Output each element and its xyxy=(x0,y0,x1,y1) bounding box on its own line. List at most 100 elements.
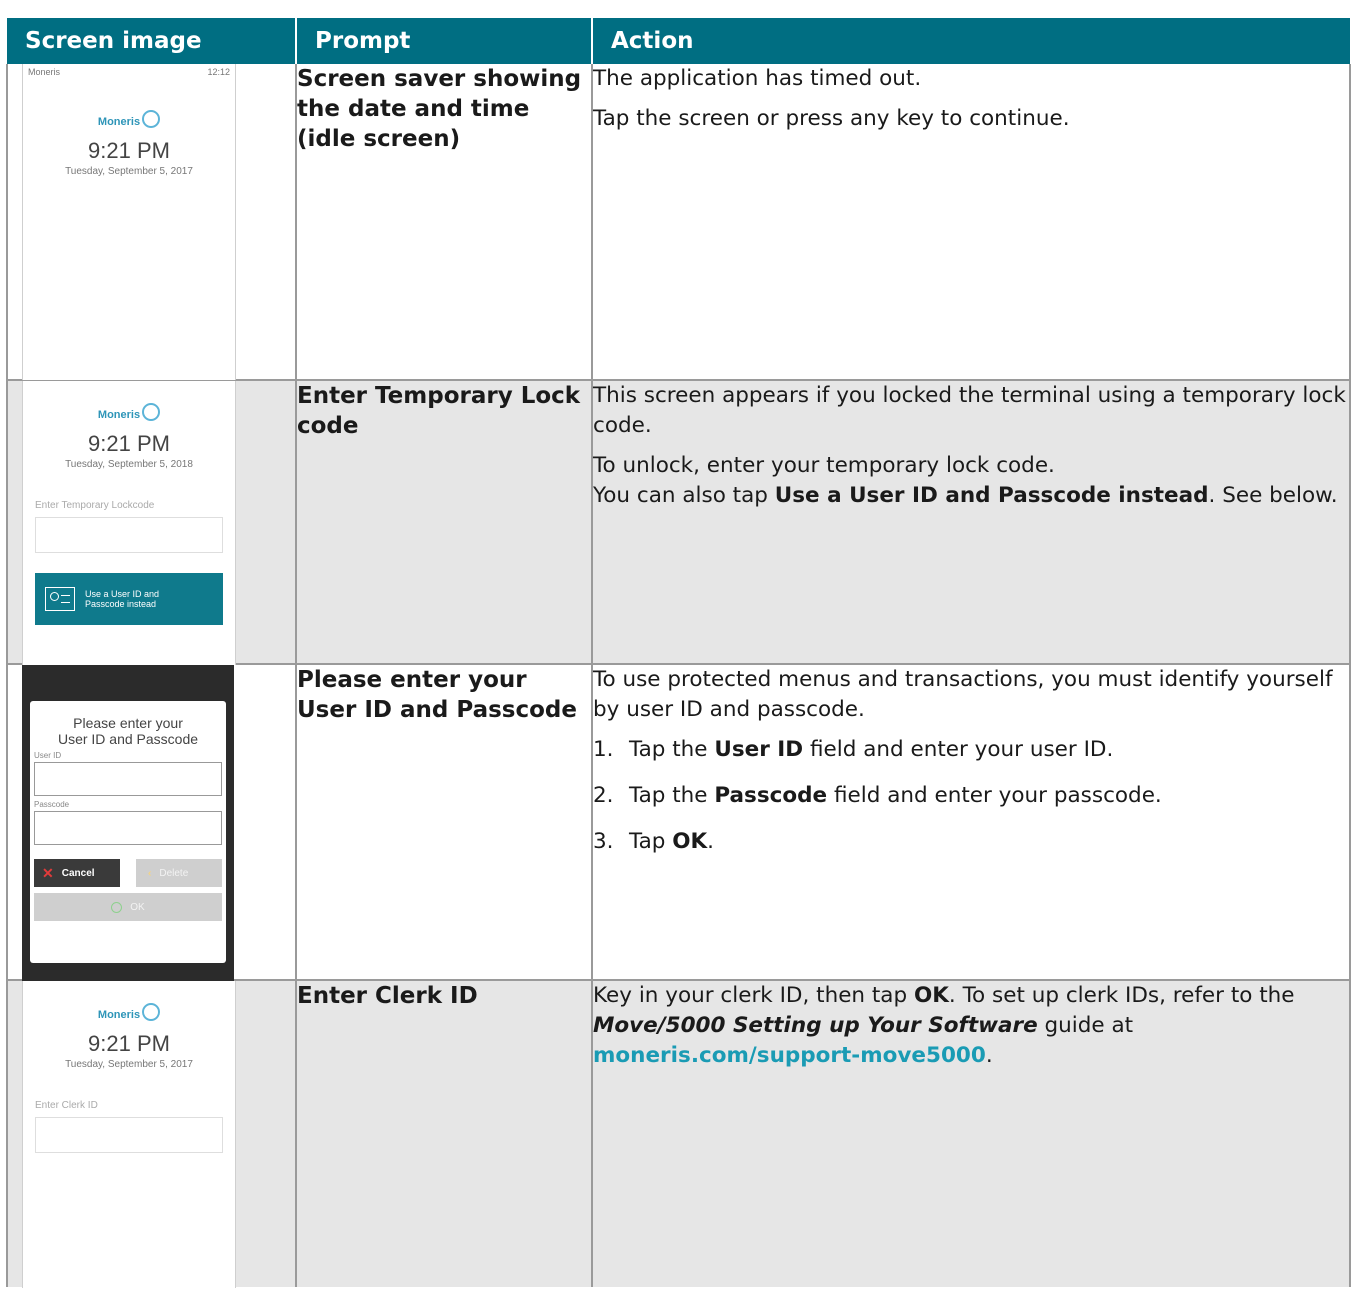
bold-run: Use a User ID and Passcode instead xyxy=(774,483,1209,508)
idle-screen-image: Moneris 12:12 Moneris 9:21 PM Tuesday, S… xyxy=(22,64,236,380)
table-header-row: Screen image Prompt Action xyxy=(7,18,1350,64)
action-text: Key in your clerk ID, then tap OK. To se… xyxy=(593,981,1349,1071)
action-text: You can also tap Use a User ID and Passc… xyxy=(593,481,1349,511)
step-number: 3. xyxy=(593,829,614,854)
text-run: field and enter your passcode. xyxy=(827,783,1162,808)
circle-icon xyxy=(111,901,123,913)
text-run: You can also tap xyxy=(593,483,775,508)
header-action: Action xyxy=(592,18,1350,64)
screen-date: Tuesday, September 5, 2018 xyxy=(65,459,193,470)
screen-image-cell: Moneris 9:21 PM Tuesday, September 5, 20… xyxy=(6,980,297,1288)
text-run: field and enter your user ID. xyxy=(803,737,1114,762)
close-icon: ✕ xyxy=(42,864,54,881)
header-screen-image: Screen image xyxy=(7,18,297,64)
status-clock: 12:12 xyxy=(207,67,230,77)
lockcode-field-label: Enter Temporary Lockcode xyxy=(35,500,155,511)
bold-run: OK xyxy=(913,983,949,1008)
logo-text: Moneris xyxy=(97,409,141,421)
button-line: Passcode instead xyxy=(85,599,157,609)
clerk-id-field xyxy=(35,1117,223,1153)
table-row: Moneris 9:21 PM Tuesday, September 5, 20… xyxy=(6,380,1351,665)
text-run: Tap the xyxy=(629,783,715,808)
step-text: Tap OK. xyxy=(629,827,714,857)
table-row: Moneris 9:21 PM Tuesday, September 5, 20… xyxy=(6,980,1351,1288)
logo-text: Moneris xyxy=(97,116,141,128)
screen-date: Tuesday, September 5, 2017 xyxy=(65,166,193,177)
bold-run: User ID xyxy=(714,737,804,762)
temp-lock-screen-image: Moneris 9:21 PM Tuesday, September 5, 20… xyxy=(22,381,236,665)
screen-time: 9:21 PM xyxy=(88,1031,170,1056)
action-cell: Key in your clerk ID, then tap OK. To se… xyxy=(592,980,1351,1287)
clerk-id-field-label: Enter Clerk ID xyxy=(35,1100,98,1111)
lockcode-field xyxy=(35,517,223,553)
delete-label: Delete xyxy=(159,867,189,879)
moneris-logo: Moneris xyxy=(23,110,235,128)
step-number: 2. xyxy=(593,783,614,808)
action-text: To unlock, enter your temporary lock cod… xyxy=(593,453,1055,478)
guide-title: Move/5000 Setting up Your Software xyxy=(593,1013,1038,1038)
id-card-icon xyxy=(45,587,75,611)
logo-text: Moneris xyxy=(97,1009,141,1021)
text-run: . See below. xyxy=(1208,483,1338,508)
list-item: 3. Tap OK. xyxy=(593,827,1349,857)
use-user-id-button: Use a User ID and Passcode instead xyxy=(35,573,223,625)
prompt-cell: Please enter your User ID and Passcode xyxy=(296,664,593,981)
screen-time: 9:21 PM xyxy=(88,431,170,456)
action-cell: The application has timed out. Tap the s… xyxy=(592,64,1351,381)
text-run: guide at xyxy=(1037,1013,1134,1038)
action-cell: This screen appears if you locked the te… xyxy=(592,380,1351,665)
action-text: To use protected menus and transactions,… xyxy=(593,667,1333,722)
login-screen-image: Please enter your User ID and Passcode Us… xyxy=(22,665,234,981)
text-run: Tap the xyxy=(629,737,715,762)
text-run: Tap xyxy=(629,829,673,854)
action-text: Tap the screen or press any key to conti… xyxy=(593,106,1070,131)
screen-image-cell: Please enter your User ID and Passcode Us… xyxy=(6,664,297,981)
moneris-logo: Moneris xyxy=(23,403,235,421)
prompt-cell: Enter Clerk ID xyxy=(296,980,593,1287)
prompt-cell: Screen saver showing the date and time (… xyxy=(296,64,593,381)
user-id-field xyxy=(34,762,222,796)
title-line: Please enter your xyxy=(73,715,183,731)
dialog-title: Please enter your User ID and Passcode xyxy=(30,715,226,747)
action-text: The application has timed out. xyxy=(593,66,922,91)
screen-image-cell: Moneris 12:12 Moneris 9:21 PM Tuesday, S… xyxy=(6,64,297,381)
bold-run: Passcode xyxy=(714,783,828,808)
screen-image-cell: Moneris 9:21 PM Tuesday, September 5, 20… xyxy=(6,380,297,665)
ok-button: OK xyxy=(34,893,222,921)
action-text: This screen appears if you locked the te… xyxy=(593,383,1346,438)
prompt-cell: Enter Temporary Lock code xyxy=(296,380,593,665)
support-link[interactable]: moneris.com/support-move5000 xyxy=(593,1043,986,1068)
cancel-button: ✕ Cancel xyxy=(34,859,120,887)
moneris-swirl-icon xyxy=(142,403,161,421)
dialog-buttons: ✕ Cancel ‹ Delete xyxy=(34,859,222,887)
step-number: 1. xyxy=(593,737,614,762)
delete-button: ‹ Delete xyxy=(136,859,222,887)
header-prompt: Prompt xyxy=(296,18,593,64)
list-item: 2. Tap the Passcode field and enter your … xyxy=(593,781,1349,811)
status-bar: Moneris 12:12 xyxy=(23,64,235,80)
chevron-left-icon: ‹ xyxy=(148,867,152,879)
moneris-swirl-icon xyxy=(142,110,161,128)
user-id-label: User ID xyxy=(34,751,62,760)
table-row: Moneris 12:12 Moneris 9:21 PM Tuesday, S… xyxy=(6,64,1351,381)
ok-label: OK xyxy=(130,901,145,913)
moneris-swirl-icon xyxy=(142,1003,161,1021)
login-dialog: Please enter your User ID and Passcode Us… xyxy=(30,701,226,963)
prompts-table: Screen image Prompt Action Moneris 12:12… xyxy=(6,18,1351,1288)
screen-date: Tuesday, September 5, 2017 xyxy=(65,1059,193,1070)
screen-time: 9:21 PM xyxy=(88,138,170,163)
status-carrier: Moneris xyxy=(28,67,61,77)
text-run: Key in your clerk ID, then tap xyxy=(593,983,914,1008)
passcode-field xyxy=(34,811,222,845)
use-user-id-label: Use a User ID and Passcode instead xyxy=(85,589,159,609)
document-page: Screen image Prompt Action Moneris 12:12… xyxy=(0,0,1351,1289)
table-row: Please enter your User ID and Passcode Us… xyxy=(6,664,1351,981)
action-cell: To use protected menus and transactions,… xyxy=(592,664,1351,981)
text-run: . xyxy=(985,1043,993,1068)
clerk-id-screen-image: Moneris 9:21 PM Tuesday, September 5, 20… xyxy=(22,981,236,1288)
title-line: User ID and Passcode xyxy=(57,731,199,747)
list-item: 1. Tap the User ID field and enter your u… xyxy=(593,735,1349,765)
moneris-logo: Moneris xyxy=(23,1003,235,1021)
text-run: . xyxy=(707,829,715,854)
text-run: . To set up clerk IDs, refer to the xyxy=(948,983,1295,1008)
